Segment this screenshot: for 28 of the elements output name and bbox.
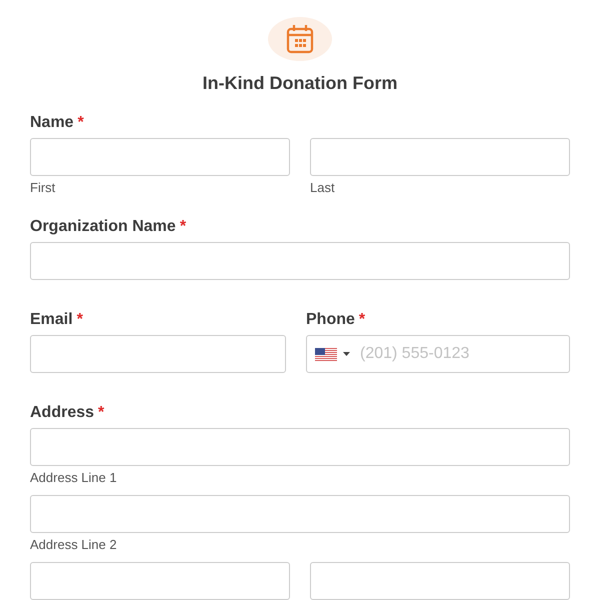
field-label: Organization Name [30, 217, 176, 237]
field-label: Phone [306, 310, 355, 330]
sublabel: Address Line 1 [30, 470, 117, 486]
form-title: In-Kind Donation Form [202, 73, 398, 93]
calendar-icon [286, 24, 314, 54]
sublabel: Address Line 2 [30, 537, 117, 553]
required-asterisk: * [180, 217, 186, 237]
flag-icon [315, 348, 337, 360]
text-field[interactable] [310, 138, 570, 176]
sublabel: Last [310, 180, 335, 196]
required-asterisk: * [358, 310, 366, 330]
text-field[interactable] [30, 562, 290, 600]
field-label: Email [30, 310, 73, 330]
country-select[interactable] [315, 348, 350, 360]
text-field[interactable] [310, 562, 570, 600]
phone-field[interactable]: (201) 555-0123 [306, 335, 570, 373]
required-asterisk: * [76, 310, 83, 330]
field-label: Name [30, 113, 74, 133]
text-field[interactable] [30, 335, 286, 373]
required-asterisk: * [78, 113, 84, 133]
text-field[interactable] [30, 242, 570, 280]
required-asterisk: * [98, 403, 104, 423]
text-field[interactable] [30, 428, 570, 466]
sublabel: First [30, 180, 56, 196]
text-field[interactable] [30, 138, 290, 176]
text-field[interactable] [30, 495, 570, 533]
caret-icon [343, 352, 350, 356]
field-label: Address [30, 403, 94, 423]
